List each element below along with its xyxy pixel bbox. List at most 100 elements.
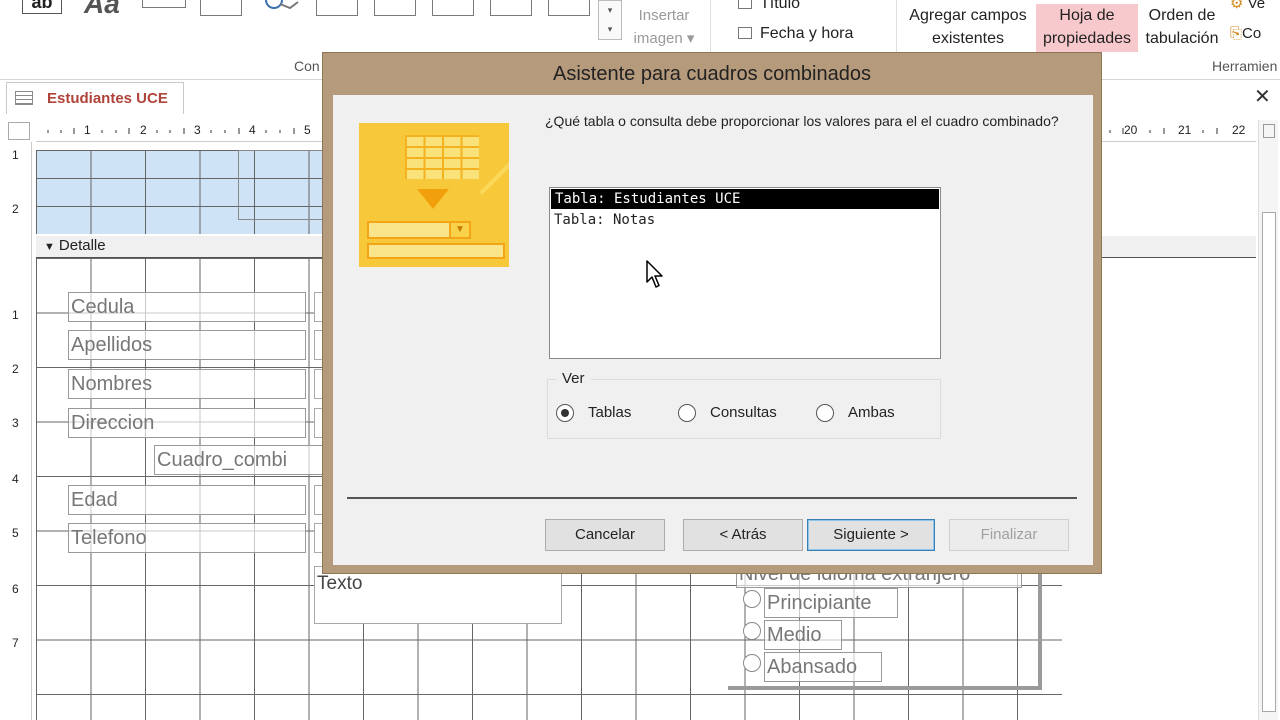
option-group-icon[interactable] [432,0,474,16]
radio-medio-icon[interactable] [743,622,761,640]
ruler-number: 4 [12,472,19,486]
label-abansado[interactable]: Abansado [764,652,882,682]
vertical-ruler: 1 2 1 2 3 4 5 6 7 [6,142,32,720]
date-time-button[interactable]: Fecha y hora [738,22,853,45]
art-combo-arrow: ▼ [449,221,471,239]
ruler-number: 1 [12,148,19,162]
art-list [367,243,505,259]
form-selector[interactable] [8,122,30,140]
back-button[interactable]: < Atrás [683,519,803,551]
ruler-number: 6 [12,582,19,596]
tab-estudiantes-uce[interactable]: Estudiantes UCE [6,82,184,114]
form-icon [15,91,33,105]
radio-label: Consultas [710,404,777,421]
radio-abansado-icon[interactable] [743,654,761,672]
tab-order-button[interactable]: Orden de tabulación [1138,4,1226,50]
label-cuadro-combinado[interactable]: Cuadro_combi [154,445,324,475]
list-item[interactable]: Tabla: Notas [550,210,940,230]
wizard-illustration-icon: ▼ [359,123,509,267]
ruler-number: 2 [12,202,19,216]
navigation-control-icon[interactable] [374,0,416,16]
controls-gallery-scroll[interactable]: ▾ ▾ [598,0,622,40]
label-edad[interactable]: Edad [68,485,306,515]
property-sheet-line1: Hoja de [1059,7,1115,24]
button-control-icon[interactable] [142,0,186,8]
title-button[interactable]: Título [738,0,800,15]
tab-label: Estudiantes UCE [47,90,168,107]
scroll-up-icon[interactable] [1263,124,1275,138]
label-nombres[interactable]: Nombres [68,369,306,399]
ruler-number: 7 [12,636,19,650]
ruler-number: 1 [84,123,91,137]
combo-box-control-icon[interactable] [548,0,590,16]
insert-image-button[interactable]: Insertar imagen ▾ [626,4,702,50]
radio-principiante-icon[interactable] [743,590,761,608]
ruler-number: 1 [12,308,19,322]
view-group-label: Ver [556,370,591,387]
ruler-number: 4 [249,123,256,137]
tab-order-line1: Orden de [1148,7,1216,24]
ruler-number: 20 [1124,123,1138,137]
web-browser-control-icon[interactable] [316,0,358,16]
ribbon-separator [896,0,897,52]
tab-order-line2: tabulación [1145,30,1219,47]
radio-dot-icon [678,404,696,422]
insert-image-line1: Insertar [638,7,690,24]
texto-control[interactable]: Texto [314,566,562,624]
ruler-number: 2 [12,362,19,376]
header-title-control[interactable] [238,150,326,220]
label-direccion[interactable]: Direccion [68,408,306,438]
add-fields-line1: Agregar campos [909,7,1027,24]
add-fields-line2: existentes [931,30,1005,47]
convert-icon: ⎘ [1230,25,1243,42]
table-query-listbox[interactable]: Tabla: Estudiantes UCE Tabla: Notas [549,187,941,359]
view-options-group: Ver Tablas Consultas Ambas [547,370,941,439]
radio-label: Tablas [588,404,632,421]
convert-macros-button[interactable]: ⎘Co [1230,22,1261,45]
dialog-separator [347,497,1077,499]
art-arrow [417,189,449,209]
hyperlink-control-icon[interactable] [260,0,304,16]
finish-button[interactable]: Finalizar [949,519,1069,551]
add-existing-fields-button[interactable]: Agregar campos existentes [900,4,1036,50]
ruler-number: 22 [1232,123,1246,137]
label-control-icon[interactable]: Aa [84,0,120,20]
view-code-button[interactable]: ⚙ Ve [1230,0,1265,15]
cancel-button[interactable]: Cancelar [545,519,665,551]
label-principiante[interactable]: Principiante [764,588,898,618]
ruler-number: 21 [1178,123,1192,137]
radio-dot-icon [816,404,834,422]
page-break-icon[interactable] [490,0,532,16]
property-sheet-button[interactable]: Hoja de propiedades [1036,4,1138,52]
next-button[interactable]: Siguiente > [807,519,935,551]
ruler-number: 2 [140,123,147,137]
label-apellidos[interactable]: Apellidos [68,330,306,360]
vertical-scrollbar[interactable] [1258,120,1278,720]
view-code-icon: ⚙ [1230,0,1244,12]
radio-label: Ambas [848,404,895,421]
tab-control-icon[interactable] [200,0,242,16]
label-telefono[interactable]: Telefono [68,523,306,553]
list-item[interactable]: Tabla: Estudiantes UCE [551,189,939,209]
insert-image-line2: imagen ▾ [633,30,695,47]
ribbon-separator [710,0,711,52]
controls-group-label: Con [294,58,320,74]
ruler-number: 3 [12,416,19,430]
dialog-body: ▼ ¿Qué tabla o consulta debe proporciona… [333,95,1093,565]
close-document-icon[interactable]: ✕ [1254,84,1271,109]
tools-group-label: Herramien [1212,58,1278,74]
textbox-control-icon[interactable]: ab [22,0,62,14]
label-cedula[interactable]: Cedula [68,292,306,322]
art-table [405,135,479,179]
label-medio[interactable]: Medio [764,620,842,650]
view-code-label: Ve [1247,0,1266,12]
combo-box-wizard-dialog: Asistente para cuadros combinados ▼ ¿Qué… [322,52,1102,574]
scroll-thumb[interactable] [1262,212,1276,712]
radio-dot-icon [556,404,574,422]
ruler-number: 5 [304,123,311,137]
mouse-cursor-icon [646,260,663,288]
dialog-title: Asistente para cuadros combinados [553,63,871,85]
title-label: Título [760,0,801,12]
ruler-number: 5 [12,526,19,540]
texto-label: Texto [317,573,363,594]
